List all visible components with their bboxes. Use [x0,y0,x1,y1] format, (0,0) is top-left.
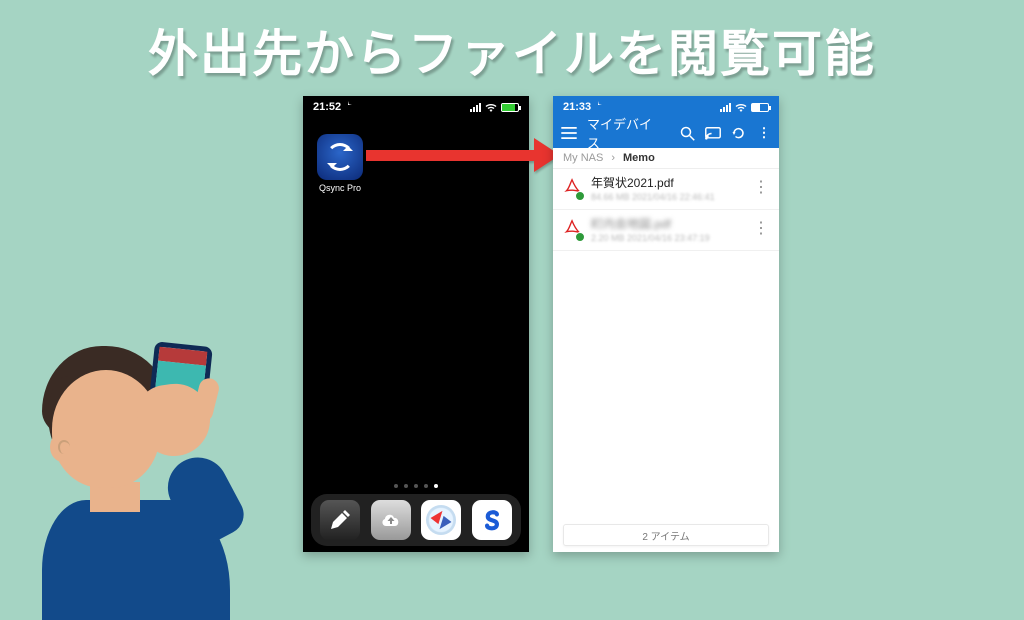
more-icon[interactable]: ⋮ [756,125,771,141]
pdf-icon [561,218,583,240]
file-meta: 84.66 MB 2021/04/16 22:46:41 [591,192,743,202]
breadcrumb-current: Memo [623,152,655,164]
file-name: 町内会地図.pdf [591,215,743,232]
breadcrumb-root[interactable]: My NAS [563,152,603,164]
file-list: 年賀状2021.pdf 84.66 MB 2021/04/16 22:46:41… [553,169,779,251]
person-illustration [28,314,268,574]
row-more-icon[interactable]: ⋮ [751,224,771,234]
signal-icon [720,103,731,112]
pdf-icon [561,177,583,199]
sync-icon [326,143,354,171]
file-row[interactable]: 町内会地図.pdf 2.20 MB 2021/04/16 23:47:19 ⋮ [553,210,779,251]
file-name: 年賀状2021.pdf [591,174,743,191]
wifi-icon [735,103,747,112]
dock-app-1[interactable] [320,500,360,540]
signal-icon [470,103,481,112]
file-meta: 2.20 MB 2021/04/16 23:47:19 [591,233,743,243]
menu-icon[interactable] [561,125,577,141]
item-count-bar: 2 アイテム [563,524,769,546]
page-indicator[interactable] [303,484,529,488]
file-row[interactable]: 年賀状2021.pdf 84.66 MB 2021/04/16 22:46:41… [553,169,779,210]
phone-home-screen: 21:52 Qsync Pro [303,96,529,552]
breadcrumb: My NAS › Memo [553,148,779,169]
dock-app-safari[interactable] [421,500,461,540]
row-more-icon[interactable]: ⋮ [751,183,771,193]
synced-badge-icon [575,191,585,201]
search-icon[interactable] [680,125,695,141]
status-time: 21:52 [313,101,352,113]
toolbar-title[interactable]: マイデバイス [587,114,660,152]
status-bar: 21:52 [303,96,529,118]
app-toolbar: マイデバイス ⋮ [553,118,779,148]
battery-icon [501,103,519,112]
phone-file-app: 21:33 マイデバイス ⋮ My NAS › Memo [553,96,779,552]
dock-app-2[interactable] [371,500,411,540]
battery-icon [751,103,769,112]
dock [311,494,521,546]
cast-icon[interactable] [705,125,721,141]
app-icon-qsync-pro[interactable]: Qsync Pro [317,134,363,193]
wifi-icon [485,103,497,112]
arrow-indicator [366,146,560,164]
synced-badge-icon [575,232,585,242]
chevron-right-icon: › [611,152,615,164]
status-time: 21:33 [563,101,602,113]
page-title: 外出先からファイルを閲覧可能 [0,14,1024,86]
refresh-icon[interactable] [731,125,746,141]
app-icon-label: Qsync Pro [317,183,363,193]
dock-app-4[interactable] [472,500,512,540]
